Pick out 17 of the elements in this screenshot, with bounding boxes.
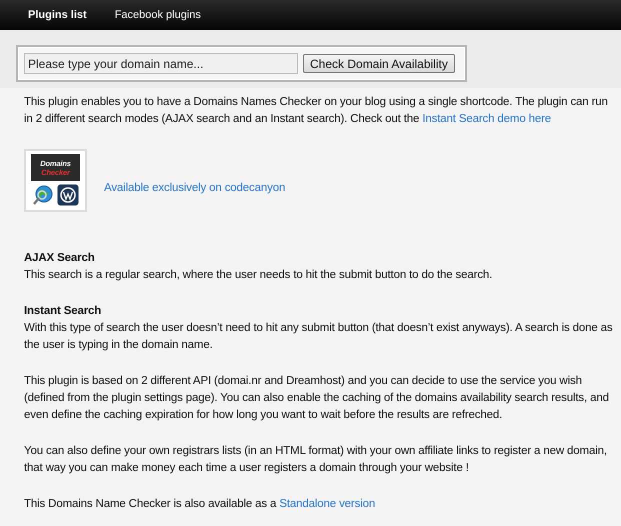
body-paragraph: This Domains Name Checker is also available as a Standalone version [24, 497, 376, 512]
intro-paragraph: This plugin enables you to have a Domains Names Checker on your blog using a single shortcode. The plugin can run in 2 different search modes (AJAX search and an Instant search). Check out the Instant Search demo here [24, 95, 609, 127]
codecanyon-link[interactable]: Available exclusively on codecanyon [104, 180, 286, 197]
nav-tab[interactable]: Facebook plugins [114, 8, 201, 22]
demo-link[interactable]: Instant Search demo here [422, 113, 552, 125]
body-paragraph: You can also define your own registrars lists (in an HTML format) with your own affiliate links to register a new domain, that way you can make money each time a user registers a domain through your website ! [24, 444, 608, 476]
body-paragraph: This plugin is based on 2 different API (domai.nr and Dreamhost) and you can decide to use the service you wish (defined from the plugin settings page). You can also enable the caching of the domains availability search results, and even define the caching expiration for how long you want to wait before the results are refreched. [24, 374, 610, 423]
section-text: With this type of search the user doesn’t need to hit any submit button (that doesn’t exist anyways). A search is done as the user is typing in the domain name. [24, 321, 613, 353]
globe-search-icon [32, 184, 54, 206]
section-heading: AJAX Search [24, 251, 96, 266]
check-availability-button[interactable]: Check Domain Availability [303, 54, 455, 73]
section-text: This search is a regular search, where the user needs to hit the submit button to do the search. [24, 268, 494, 283]
wordpress-icon [57, 184, 79, 206]
domain-input-field[interactable]: Please type your domain name... [24, 53, 298, 74]
section-heading: Instant Search [24, 304, 102, 319]
nav-tab[interactable]: Plugins list [28, 8, 87, 22]
standalone-link[interactable]: Standalone version [279, 498, 376, 510]
